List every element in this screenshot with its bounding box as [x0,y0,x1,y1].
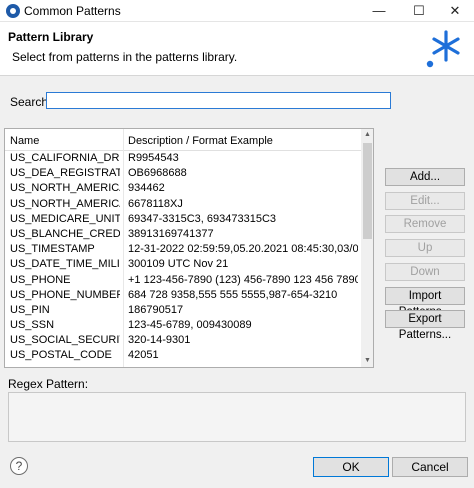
row-name: US_PHONE [10,273,71,286]
table-row[interactable]: US_NORTH_AMERICAN_... 6678118XJ [5,197,361,212]
asterisk-icon [426,30,460,68]
patterns-table[interactable]: Name Description / Format Example US_CAL… [4,128,374,368]
row-name: US_CALIFORNIA_DRIVER... [10,152,120,164]
maximize-button[interactable]: ☐ [400,0,438,22]
title-bar: Common Patterns — ☐ ✕ [0,0,474,22]
table-row[interactable]: US_PHONE_NUMBER_F... 684 728 9358,555 555… [5,288,361,303]
table-row[interactable]: US_MEDICARE_UNITED_... 69347-3315C3, 6934… [5,212,361,227]
edit-button[interactable]: Edit... [385,192,465,210]
table-row[interactable]: US_POSTAL_CODE 42051 [5,348,361,363]
row-description: 38913169741377 [128,227,214,240]
row-name: US_BLANCHE_CREDIT_C... [10,227,120,240]
row-description: 69347-3315C3, 693473315C3 [128,212,277,225]
table-row[interactable]: US_CALIFORNIA_DRIVER... R9954543 [5,151,361,166]
ok-button[interactable]: OK [313,457,389,477]
scroll-up-arrow-icon[interactable]: ▲ [361,129,373,141]
banner-title: Pattern Library [8,30,94,44]
column-header-name[interactable]: Name [10,135,39,147]
minimize-button[interactable]: — [360,0,398,22]
row-name: US_MEDICARE_UNITED_... [10,212,120,225]
table-body: US_CALIFORNIA_DRIVER... R9954543 US_DEA_R… [5,151,361,364]
window-title: Common Patterns [24,4,121,18]
banner-subtitle: Select from patterns in the patterns lib… [12,50,238,64]
up-button[interactable]: Up [385,239,465,257]
row-name: US_PHONE_NUMBER_F... [10,288,120,301]
search-input[interactable] [46,92,391,109]
row-description: 123-45-6789, 009430089 [128,319,252,332]
row-description: OB6968688 [128,167,187,180]
row-description: 6678118XJ [128,197,183,210]
remove-button[interactable]: Remove [385,215,465,233]
row-description: 934462 [128,182,165,195]
table-row[interactable]: US_TIMESTAMP 12-31-2022 02:59:59,05.20.20… [5,242,361,257]
column-header-description[interactable]: Description / Format Example [128,135,273,147]
table-row[interactable]: US_SOCIAL_SECURITY_N... 320-14-9301 [5,333,361,348]
row-description: R9954543 [128,152,179,164]
export-patterns-button[interactable]: Export Patterns... [385,310,465,341]
row-description: +1 123-456-7890 (123) 456-7890 123 456 7… [128,273,358,286]
row-description: 42051 [128,349,159,362]
row-name: US_PIN [10,303,50,316]
row-name: US_POSTAL_CODE [10,349,112,362]
table-header: Name Description / Format Example [5,129,361,151]
close-button[interactable]: ✕ [436,0,474,22]
cancel-button[interactable]: Cancel [392,457,468,477]
down-button[interactable]: Down [385,263,465,281]
regex-pattern-field[interactable] [8,392,466,442]
add-button[interactable]: Add... [385,168,465,186]
row-description: 300109 UTC Nov 21 [128,258,229,271]
help-icon[interactable]: ? [10,457,28,475]
row-name: US_DATE_TIME_MILITARY [10,258,120,271]
row-name: US_DEA_REGISTRATION_... [10,167,120,180]
table-row[interactable]: US_NORTH_AMERICAN_I... 934462 [5,181,361,196]
table-row[interactable]: US_DEA_REGISTRATION_... OB6968688 [5,166,361,181]
import-patterns-button[interactable]: Import Patterns... [385,287,465,318]
scroll-down-arrow-icon[interactable]: ▼ [361,355,373,367]
row-name: US_TIMESTAMP [10,243,95,256]
row-description: 186790517 [128,303,184,316]
scrollbar-thumb[interactable] [363,143,372,239]
table-row[interactable]: US_DATE_TIME_MILITARY 300109 UTC Nov 21 [5,257,361,272]
table-row[interactable]: US_PIN 186790517 [5,303,361,318]
row-name: US_NORTH_AMERICAN_... [10,197,120,210]
eclipse-icon [6,4,20,18]
regex-pattern-label: Regex Pattern: [8,377,89,391]
table-row[interactable]: US_SSN 123-45-6789, 009430089 [5,318,361,333]
row-name: US_SOCIAL_SECURITY_N... [10,334,120,347]
vertical-scrollbar[interactable]: ▲ ▼ [361,129,373,367]
table-row[interactable]: US_BLANCHE_CREDIT_C... 38913169741377 [5,227,361,242]
row-name: US_SSN [10,319,55,332]
row-description: 12-31-2022 02:59:59,05.20.2021 08:45:30,… [128,243,358,256]
row-description: 320-14-9301 [128,334,191,347]
row-description: 684 728 9358,555 555 5555,987-654-3210 [128,288,338,301]
table-row[interactable]: US_PHONE +1 123-456-7890 (123) 456-7890 1… [5,273,361,288]
dialog-banner: Pattern Library Select from patterns in … [0,22,474,76]
row-name: US_NORTH_AMERICAN_I... [10,182,120,195]
